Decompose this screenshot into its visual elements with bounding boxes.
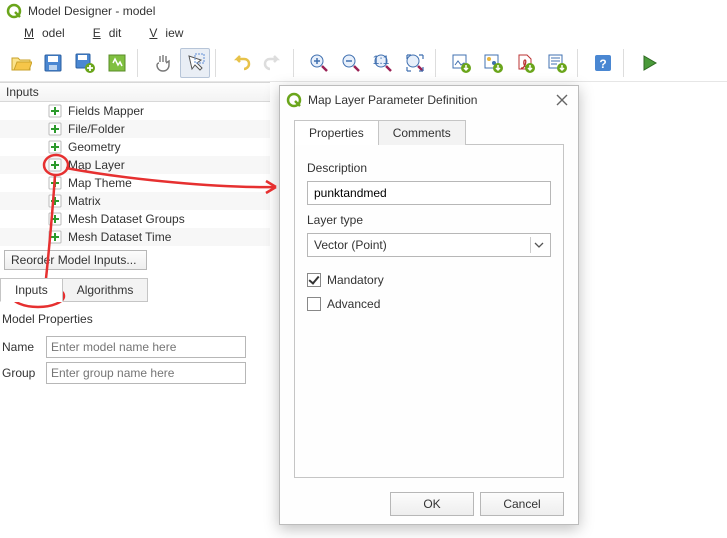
parameter-dialog: Map Layer Parameter Definition Propertie… [279,85,579,525]
help-button[interactable]: ? [588,48,618,78]
window-title: Model Designer - model [28,4,155,18]
svg-text:1:1: 1:1 [373,53,390,67]
tree-item[interactable]: Mesh Dataset Groups [0,210,270,228]
undo-button[interactable] [226,48,256,78]
mandatory-label: Mandatory [327,273,384,287]
plus-icon [48,212,62,226]
left-tabbar: Inputs Algorithms [0,278,270,302]
export-script-button[interactable] [542,48,572,78]
pan-button[interactable] [148,48,178,78]
tree-item-label: Geometry [68,140,121,154]
export-pdf-button[interactable] [510,48,540,78]
mandatory-checkbox[interactable] [307,273,321,287]
model-group-input[interactable] [46,362,246,384]
save-model-button[interactable] [102,48,132,78]
tree-item-label: File/Folder [68,122,125,136]
menu-edit[interactable]: Edit [77,24,130,42]
tree-item[interactable]: Mesh Dataset Time [0,228,270,246]
dialog-titlebar: Map Layer Parameter Definition [280,86,578,114]
menubar: Model Edit View [0,22,727,44]
menu-view[interactable]: View [133,24,191,42]
select-button[interactable] [180,48,210,78]
toolbar: 1:1 ? [0,44,727,82]
layertype-select[interactable]: Vector (Point) [307,233,551,257]
dialog-title: Map Layer Parameter Definition [308,93,546,107]
toolbar-separator [215,49,221,77]
advanced-label: Advanced [327,297,380,311]
tab-inputs[interactable]: Inputs [0,278,63,302]
toolbar-separator [435,49,441,77]
tab-algorithms[interactable]: Algorithms [62,278,149,302]
description-input[interactable] [307,181,551,205]
plus-icon [48,140,62,154]
redo-button[interactable] [258,48,288,78]
model-name-input[interactable] [46,336,246,358]
export-image-button[interactable] [446,48,476,78]
window-titlebar: Model Designer - model [0,0,727,22]
model-properties-header: Model Properties [0,310,270,332]
qgis-icon [286,92,302,108]
description-label: Description [307,161,551,175]
properties-pane: Description Layer type Vector (Point) Ma… [294,144,564,478]
plus-icon [48,176,62,190]
zoom-reset-button[interactable]: 1:1 [368,48,398,78]
group-label: Group [2,366,40,380]
plus-icon [48,158,62,172]
dialog-tabbar: Properties Comments [294,120,564,145]
tree-item-label: Matrix [68,194,101,208]
plus-icon [48,194,62,208]
inputs-tree: Fields Mapper File/Folder Geometry Map L… [0,102,270,246]
reorder-inputs-button[interactable]: Reorder Model Inputs... [4,250,147,270]
tree-item-label: Map Theme [68,176,132,190]
inputs-panel-header: Inputs [0,82,270,102]
tree-item[interactable]: Geometry [0,138,270,156]
svg-text:?: ? [599,57,606,71]
layertype-value: Vector (Point) [314,238,387,252]
tab-comments[interactable]: Comments [378,120,466,145]
layertype-label: Layer type [307,213,551,227]
close-icon[interactable] [552,90,572,110]
chevron-down-icon [530,237,546,253]
tree-item[interactable]: File/Folder [0,120,270,138]
toolbar-separator [137,49,143,77]
toolbar-separator [623,49,629,77]
advanced-checkbox[interactable] [307,297,321,311]
cancel-button[interactable]: Cancel [480,492,564,516]
tree-item[interactable]: Fields Mapper [0,102,270,120]
tree-item-label: Fields Mapper [68,104,144,118]
save-as-button[interactable] [70,48,100,78]
export-svg-button[interactable] [478,48,508,78]
zoom-full-button[interactable] [400,48,430,78]
tree-item[interactable]: Matrix [0,192,270,210]
qgis-icon [6,3,22,19]
tree-item-label: Map Layer [68,158,125,172]
open-button[interactable] [6,48,36,78]
left-panel: Inputs Fields Mapper File/Folder Geometr… [0,82,270,388]
toolbar-separator [293,49,299,77]
tree-item[interactable]: Map Theme [0,174,270,192]
zoom-in-button[interactable] [304,48,334,78]
zoom-out-button[interactable] [336,48,366,78]
plus-icon [48,230,62,244]
toolbar-separator [577,49,583,77]
run-button[interactable] [634,48,664,78]
plus-icon [48,122,62,136]
tree-item-label: Mesh Dataset Groups [68,212,185,226]
menu-model[interactable]: Model [8,24,73,42]
name-label: Name [2,340,40,354]
tree-item-label: Mesh Dataset Time [68,230,171,244]
tree-item-map-layer[interactable]: Map Layer [0,156,270,174]
plus-icon [48,104,62,118]
tab-properties[interactable]: Properties [294,120,379,145]
save-button[interactable] [38,48,68,78]
ok-button[interactable]: OK [390,492,474,516]
